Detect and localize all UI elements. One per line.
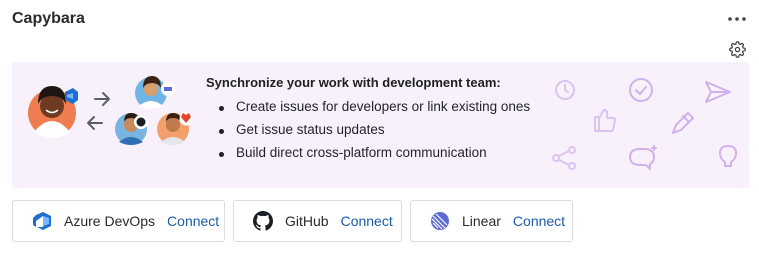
share-icon — [552, 146, 576, 170]
integration-name: Azure DevOps — [64, 213, 156, 229]
integration-name: Linear — [462, 213, 501, 229]
list-item: Create issues for developers or link exi… — [206, 99, 530, 122]
check-circle-icon — [629, 78, 653, 102]
lightbulb-icon — [719, 145, 737, 167]
team-sync-illustration — [28, 76, 193, 145]
banner-content: Synchronize your work with development t… — [206, 75, 530, 168]
pencil-icon — [672, 112, 694, 134]
arrow-left-icon — [87, 116, 103, 130]
github-logo-icon — [252, 210, 274, 232]
azure-devops-logo-icon — [31, 210, 53, 232]
promo-banner: Synchronize your work with development t… — [12, 62, 749, 188]
integration-card-github: GitHub Connect — [233, 200, 402, 242]
avatar — [115, 113, 148, 145]
more-horizontal-icon — [728, 17, 746, 21]
integration-card-azure-devops: Azure DevOps Connect — [12, 200, 225, 242]
clock-icon — [555, 80, 575, 100]
arrow-right-icon — [94, 92, 110, 106]
avatar — [135, 76, 175, 109]
connect-linear-link[interactable]: Connect — [513, 213, 565, 229]
connect-github-link[interactable]: Connect — [341, 213, 393, 229]
send-icon — [705, 81, 731, 103]
list-item: Build direct cross-platform communicatio… — [206, 145, 530, 168]
more-options-button[interactable] — [724, 8, 750, 30]
decorative-icons — [552, 78, 737, 170]
thumbs-up-icon — [594, 109, 616, 132]
list-item: Get issue status updates — [206, 122, 530, 145]
feature-list: Create issues for developers or link exi… — [206, 99, 530, 168]
settings-button[interactable] — [726, 38, 748, 60]
linear-logo-icon — [429, 210, 451, 232]
widget-title: Capybara — [12, 10, 85, 27]
banner-heading: Synchronize your work with development t… — [206, 75, 501, 90]
integration-name: GitHub — [285, 213, 329, 229]
integration-card-linear: Linear Connect — [410, 200, 573, 242]
connect-azure-devops-link[interactable]: Connect — [167, 213, 219, 229]
gear-icon — [728, 40, 746, 58]
avatar — [157, 112, 193, 145]
chat-bubble-icon — [629, 145, 657, 170]
